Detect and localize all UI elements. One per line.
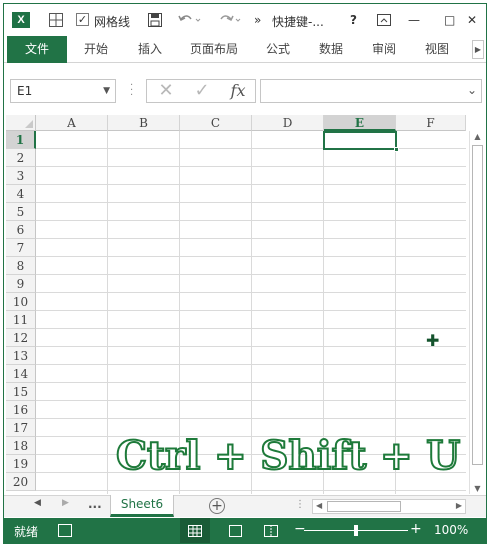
row-header-7[interactable]: 7 [6, 239, 36, 257]
zoom-level[interactable]: 100% [434, 523, 468, 537]
tab-page-layout[interactable]: 页面布局 [184, 36, 244, 63]
title-bar: X ✓ 网格线 » 快捷键-... ? — □ ✕ [4, 4, 486, 36]
row-header-19[interactable]: 19 [6, 455, 36, 473]
horizontal-scroll-thumb[interactable] [327, 501, 401, 512]
minimize-button[interactable]: — [408, 13, 420, 27]
page-break-view-button[interactable] [256, 518, 286, 543]
scroll-left-icon[interactable]: ◀ [316, 501, 322, 510]
zoom-slider-knob[interactable] [354, 525, 358, 536]
cancel-icon[interactable]: ✕ [151, 80, 181, 102]
undo-icon[interactable] [176, 12, 202, 28]
add-sheet-button[interactable]: + [209, 498, 225, 514]
tab-formulas[interactable]: 公式 [258, 36, 298, 63]
row-header-4[interactable]: 4 [6, 185, 36, 203]
select-all-triangle-icon [25, 120, 33, 128]
sheet-tab-sheet6[interactable]: Sheet6 [110, 495, 174, 517]
row-header-16[interactable]: 16 [6, 401, 36, 419]
prev-sheet-icon[interactable]: ◀ [34, 498, 41, 508]
scroll-up-icon[interactable]: ▲ [472, 132, 483, 141]
normal-view-button[interactable] [180, 518, 210, 543]
column-header-d[interactable]: D [252, 115, 324, 131]
excel-app-icon[interactable]: X [12, 12, 30, 28]
ribbon-display-options-icon[interactable] [376, 12, 392, 28]
tab-view[interactable]: 视图 [417, 36, 457, 63]
row-header-1[interactable]: 1 [6, 131, 36, 149]
gridlines-checkbox[interactable]: ✓ [76, 13, 89, 26]
row-header-13[interactable]: 13 [6, 347, 36, 365]
tab-insert[interactable]: 插入 [130, 36, 170, 63]
active-cell-e1[interactable] [323, 131, 399, 152]
tab-file[interactable]: 文件 [7, 36, 67, 63]
row-header-10[interactable]: 10 [6, 293, 36, 311]
tab-data[interactable]: 数据 [311, 36, 351, 63]
row-header-20[interactable]: 20 [6, 473, 36, 491]
fill-handle[interactable] [394, 147, 399, 152]
formula-bar-resize-handle[interactable]: · · · [130, 81, 133, 101]
column-header-b[interactable]: B [108, 115, 180, 131]
next-sheet-icon[interactable]: ▶ [62, 498, 69, 508]
more-sheets-button[interactable]: ... [88, 497, 102, 511]
restore-button[interactable]: □ [444, 13, 455, 27]
column-header-f[interactable]: F [396, 115, 466, 131]
table-grid-icon[interactable] [48, 12, 64, 28]
formula-buttons: ✕ ✓ fx [146, 79, 256, 103]
select-all-button[interactable] [6, 115, 36, 131]
expand-formula-bar-icon[interactable]: ⌄ [467, 83, 477, 97]
page-break-icon [264, 524, 278, 537]
formula-bar: E1 ▼ · · · ✕ ✓ fx ⌄ [4, 63, 486, 115]
normal-view-icon [188, 524, 202, 537]
insert-function-button[interactable]: fx [223, 80, 253, 102]
row-header-11[interactable]: 11 [6, 311, 36, 329]
column-header-c[interactable]: C [180, 115, 252, 131]
redo-icon[interactable] [216, 12, 242, 28]
close-button[interactable]: ✕ [467, 13, 477, 27]
row-header-2[interactable]: 2 [6, 149, 36, 167]
row-header-3[interactable]: 3 [6, 167, 36, 185]
vertical-scrollbar[interactable]: ▲ ▼ [469, 131, 484, 494]
ribbon-tabs: 文件 开始 插入 页面布局 公式 数据 审阅 视图 ▶ [4, 36, 486, 63]
save-icon[interactable] [147, 12, 163, 28]
more-commands-button[interactable]: » [254, 13, 261, 27]
row-header-8[interactable]: 8 [6, 257, 36, 275]
row-header-18[interactable]: 18 [6, 437, 36, 455]
tab-review[interactable]: 审阅 [364, 36, 404, 63]
row-header-5[interactable]: 5 [6, 203, 36, 221]
page-layout-icon [228, 524, 242, 537]
page-layout-view-button[interactable] [220, 518, 250, 543]
status-bar: 就绪 − + 100% [4, 518, 486, 543]
zoom-out-button[interactable]: − [294, 521, 306, 537]
tab-home[interactable]: 开始 [76, 36, 116, 63]
worksheet-grid: A B C D E F 1 2 3 4 5 6 7 8 9 10 11 12 13 14 15 16 17 18 1… [4, 115, 486, 495]
row-header-15[interactable]: 15 [6, 383, 36, 401]
row-header-6[interactable]: 6 [6, 221, 36, 239]
macro-record-icon[interactable] [58, 524, 72, 537]
zoom-in-button[interactable]: + [410, 521, 422, 537]
excel-window: X ✓ 网格线 » 快捷键-... ? — □ ✕ 文件 开始 插入 页面布局 … [3, 3, 487, 544]
name-box-value: E1 [17, 84, 33, 98]
row-header-9[interactable]: 9 [6, 275, 36, 293]
cell-cursor-icon: ✚ [426, 331, 440, 350]
scroll-down-icon[interactable]: ▼ [472, 484, 483, 493]
column-header-a[interactable]: A [36, 115, 108, 131]
ribbon-scroll-right-button[interactable]: ▶ [472, 40, 484, 59]
document-title: 快捷键-... [272, 15, 324, 29]
row-header-12[interactable]: 12 [6, 329, 36, 347]
help-button[interactable]: ? [350, 13, 357, 27]
horizontal-scrollbar[interactable]: ◀ ▶ [312, 499, 466, 514]
row-header-14[interactable]: 14 [6, 365, 36, 383]
vertical-scroll-thumb[interactable] [472, 145, 483, 465]
scroll-right-icon[interactable]: ▶ [456, 501, 462, 510]
column-header-e[interactable]: E [324, 115, 396, 131]
formula-input[interactable]: ⌄ [260, 79, 482, 103]
tab-split-handle[interactable]: ⋮ [295, 499, 305, 510]
gridlines-label: 网格线 [94, 15, 131, 29]
status-ready-text: 就绪 [14, 525, 39, 539]
name-box[interactable]: E1 ▼ [10, 79, 116, 103]
chevron-down-icon[interactable]: ▼ [103, 80, 110, 102]
enter-icon[interactable]: ✓ [187, 80, 217, 102]
row-header-17[interactable]: 17 [6, 419, 36, 437]
shortcut-overlay-text: Ctrl + Shift + U [115, 432, 461, 480]
sheet-tab-bar: ◀ ▶ ... Sheet6 + ⋮ ◀ ▶ [4, 495, 486, 517]
